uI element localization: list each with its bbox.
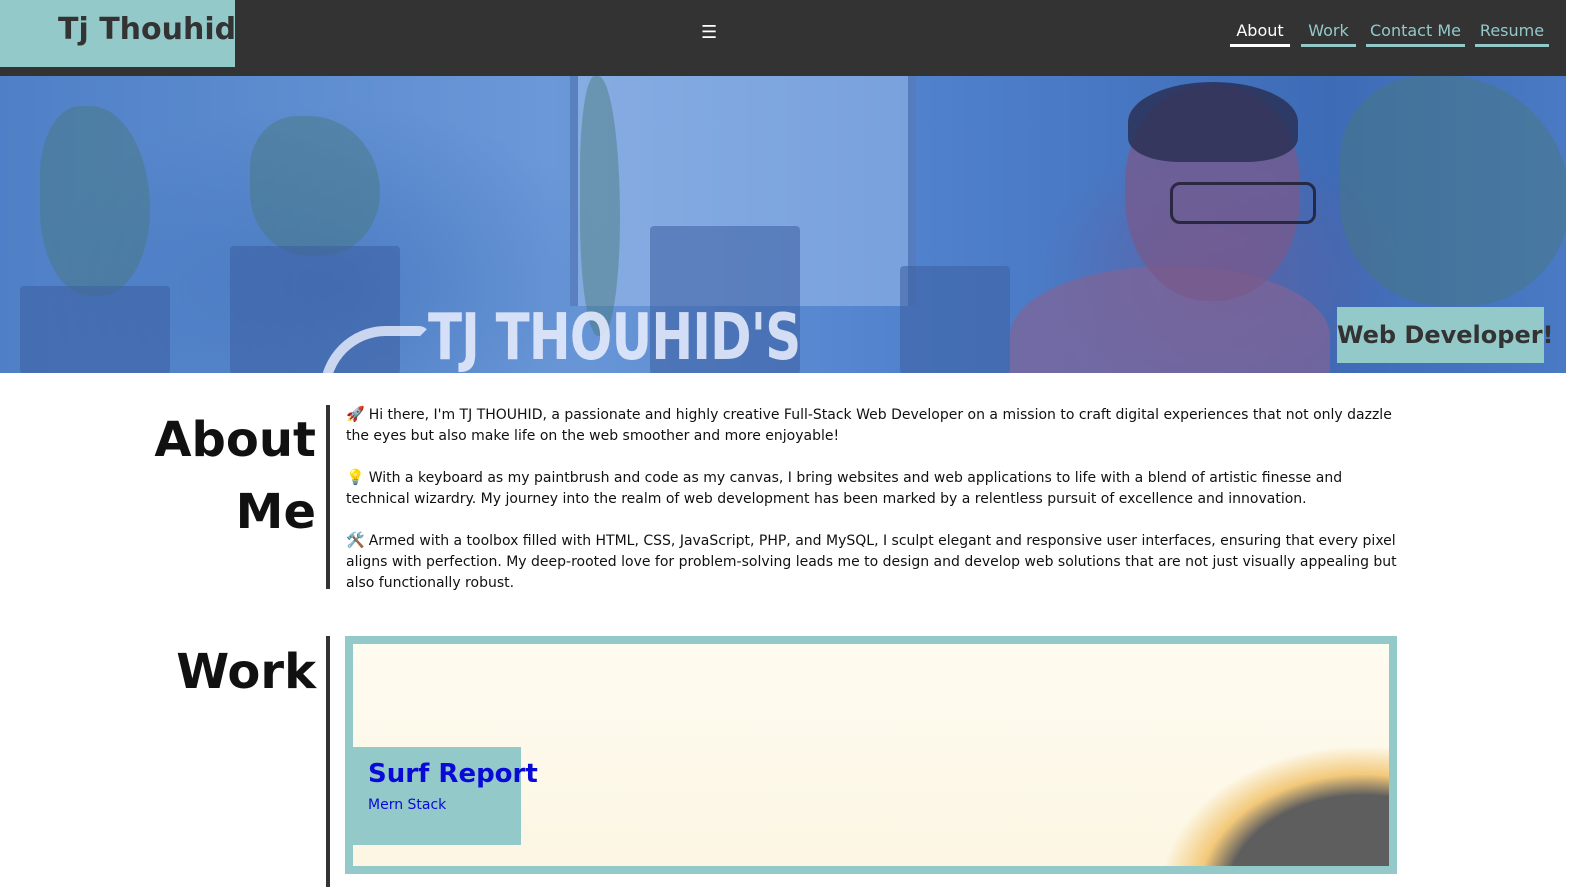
about-paragraph-text: Hi there, I'm TJ THOUHID, a passionate a… xyxy=(346,407,1392,444)
project-title-link[interactable]: Surf Report xyxy=(368,759,538,789)
about-paragraph: 💡 With a keyboard as my paintbrush and co… xyxy=(346,467,1398,510)
about-body: 🚀 Hi there, I'm TJ THOUHID, a passionate … xyxy=(346,404,1398,614)
about-divider xyxy=(326,405,330,589)
about-title-line1: About xyxy=(154,412,316,468)
hero-person-glasses xyxy=(1170,182,1316,224)
about-paragraph-text: Armed with a toolbox filled with HTML, C… xyxy=(346,533,1397,591)
nav-link-about[interactable]: About xyxy=(1230,20,1290,47)
role-badge: Web Developer! xyxy=(1337,307,1554,363)
work-divider xyxy=(326,636,330,887)
role-badge-text: Web Developer! xyxy=(1337,321,1554,349)
rocket-icon: 🚀 xyxy=(346,405,365,423)
project-card-label: Surf Report Mern Stack xyxy=(353,747,538,845)
nav-link-work[interactable]: Work xyxy=(1301,20,1356,47)
hero-person-hair xyxy=(1128,82,1298,162)
hero-plant-shape xyxy=(250,116,380,256)
project-tech-stack: Mern Stack xyxy=(368,797,447,813)
about-paragraph-text: With a keyboard as my paintbrush and cod… xyxy=(346,470,1343,507)
hero-tagline: TJ THOUHID'S xyxy=(428,301,801,373)
nav-link-resume[interactable]: Resume xyxy=(1475,20,1549,47)
hero-plant-shape xyxy=(1340,76,1566,306)
about-section-title: About Me xyxy=(150,404,316,548)
work-section-title: Work xyxy=(176,644,316,700)
nav-link-contact-me[interactable]: Contact Me xyxy=(1366,20,1465,47)
tools-icon: 🛠️ xyxy=(346,531,365,549)
hero-pot-shape xyxy=(20,286,170,373)
top-navbar: Tj Thouhid ☰ About Work Contact Me Resum… xyxy=(0,0,1566,76)
project-card-surf-report[interactable]: Surf Report Mern Stack xyxy=(345,636,1397,874)
brand-name[interactable]: Tj Thouhid xyxy=(58,12,236,47)
lightbulb-icon: 💡 xyxy=(346,468,365,486)
hero-pot-shape xyxy=(900,266,1010,373)
hero-plant-shape xyxy=(40,106,150,296)
about-paragraph: 🛠️ Armed with a toolbox filled with HTML,… xyxy=(346,530,1398,594)
hamburger-menu-icon[interactable]: ☰ xyxy=(701,22,717,43)
about-paragraph: 🚀 Hi there, I'm TJ THOUHID, a passionate … xyxy=(346,404,1398,447)
about-title-line2: Me xyxy=(235,484,316,540)
brand-logo-box[interactable]: Tj Thouhid xyxy=(0,0,236,67)
hero-banner: TJ THOUHID'S xyxy=(0,76,1566,373)
